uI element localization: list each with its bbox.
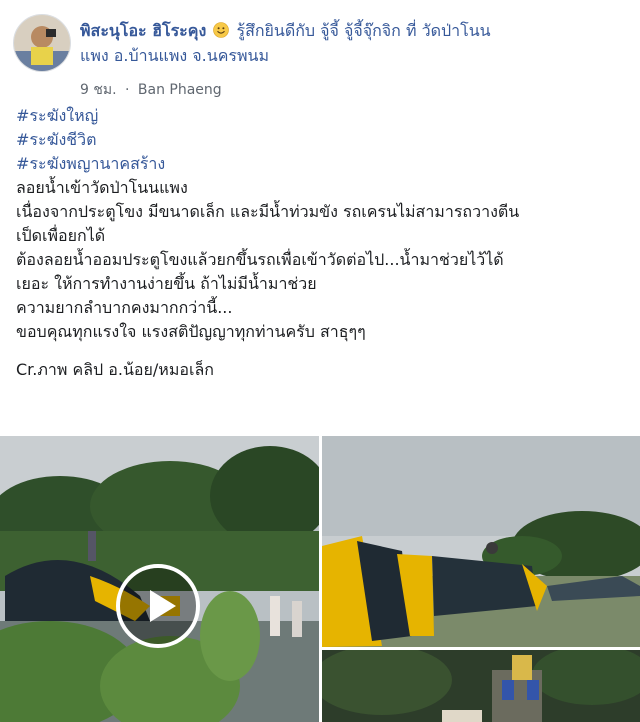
media-grid (0, 436, 640, 722)
photo-thumbnail[interactable] (322, 436, 640, 647)
author-name[interactable]: พิสะนุโอะ ฮิโระคุง (80, 21, 206, 40)
post-header: พิสะนุโอะ ฮิโระคุง รู้สึกยินดีกับ จู้จี้… (80, 18, 630, 68)
post-message: #ระฆังใหญ่ #ระฆังชีวิต #ระฆังพญานาคสร้าง… (16, 104, 628, 382)
message-line: ความยากลำบากคงมากกว่านี้... (16, 298, 233, 317)
hashtag-link[interactable]: #ระฆังชีวิต (16, 128, 628, 152)
hashtag-link[interactable]: #ระฆังใหญ่ (16, 104, 628, 128)
temple-photo-image (322, 650, 640, 722)
facebook-post: พิสะนุโอะ ฮิโระคุง รู้สึกยินดีกับ จู้จี้… (0, 0, 640, 722)
post-meta: 9 ชม. · Ban Phaeng (80, 79, 226, 101)
hashtag-link[interactable]: #ระฆังพญานาคสร้าง (16, 152, 628, 176)
play-button[interactable] (116, 564, 200, 648)
bell-photo-image (322, 436, 640, 647)
message-line: ขอบคุณทุกแรงใจ แรงสติปัญญาทุกท่านครับ สา… (16, 322, 366, 341)
meta-separator: · (125, 82, 130, 98)
message-line: เนื่องจากประตูโขง มีขนาดเล็ก และมีน้ำท่ว… (16, 202, 520, 221)
feeling-line-2: แพง อ.บ้านแพง จ.นครพนม (80, 46, 270, 65)
message-line: ต้องลอยน้ำออมประตูโขงแล้วยกขึ้นรถเพื่อเข… (16, 250, 504, 269)
post-location[interactable]: Ban Phaeng (138, 82, 222, 98)
smiley-emoji-icon (213, 22, 230, 38)
avatar-image (14, 15, 70, 71)
message-line: ลอยน้ำเข้าวัดป่าโนนแพง (16, 178, 188, 197)
message-line: เป็ดเพื่อยกได้ (16, 226, 106, 245)
post-timestamp[interactable]: 9 ชม. (80, 82, 117, 98)
feeling-line-1: รู้สึกยินดีกับ จู้จี้ จู้จี้จุ๊กจิก ที่ … (236, 21, 491, 40)
photo-credit: Cr.ภาพ คลิป อ.น้อย/หมอเล็ก (16, 360, 214, 379)
photo-thumbnail[interactable] (322, 650, 640, 722)
play-icon (150, 590, 176, 622)
author-avatar[interactable] (13, 14, 71, 72)
message-line: เยอะ ให้การทำงานง่ายขึ้น ถ้าไม่มีน้ำมาช่… (16, 274, 317, 293)
video-thumbnail[interactable] (0, 436, 319, 722)
